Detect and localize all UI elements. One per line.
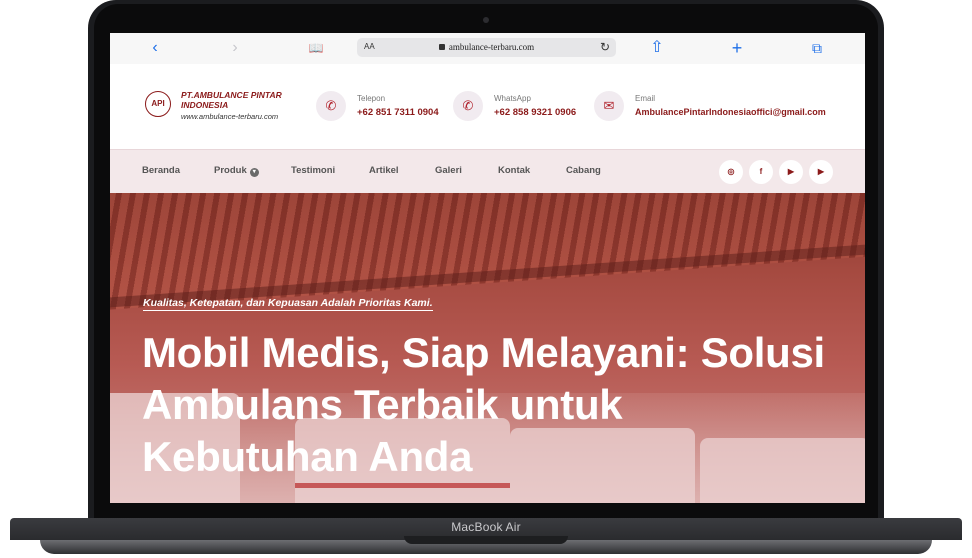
main-nav: Beranda Produk ▾ Testimoni Artikel Galeri… xyxy=(110,149,865,194)
site-header: API PT.AMBULANCE PINTAR INDONESIA www.am… xyxy=(110,64,865,149)
url-text: ambulance-terbaru.com xyxy=(448,42,535,52)
contact-label: Email xyxy=(635,94,656,103)
whatsapp-icon: ✆ xyxy=(453,91,483,121)
back-button[interactable]: ‹ xyxy=(145,39,165,57)
share-icon[interactable]: ⇧ xyxy=(647,39,667,57)
contact-value[interactable]: +62 851 7311 0904 xyxy=(357,107,439,118)
new-tab-icon[interactable]: + xyxy=(727,39,747,57)
youtube-icon[interactable]: ▶ xyxy=(779,160,803,184)
hero-headline: Mobil Medis, Siap Melayani: Solusi Ambul… xyxy=(142,329,825,480)
nav-item-artikel[interactable]: Artikel xyxy=(369,165,399,176)
nav-item-produk[interactable]: Produk ▾ xyxy=(214,165,259,177)
nav-item-label: Produk xyxy=(214,165,247,176)
contact-value[interactable]: +62 858 9321 0906 xyxy=(494,107,576,118)
address-bar[interactable]: AA ambulance-terbaru.com ↻ xyxy=(357,38,616,57)
chevron-down-icon[interactable]: ▾ xyxy=(249,168,259,177)
company-logo[interactable]: API xyxy=(145,91,171,117)
ambulance-stripe xyxy=(295,483,510,488)
reader-icon[interactable]: 📖 xyxy=(306,39,326,57)
nav-item-cabang[interactable]: Cabang xyxy=(566,165,601,176)
nav-item-testimoni[interactable]: Testimoni xyxy=(291,165,335,176)
browser-toolbar: ‹ › 📖 AA ambulance-terbaru.com ↻ ⇧ + ⧉ xyxy=(110,33,865,65)
screen: ‹ › 📖 AA ambulance-terbaru.com ↻ ⇧ + ⧉ A… xyxy=(110,33,865,503)
youtube-icon[interactable]: ▶ xyxy=(809,160,833,184)
hero-banner: Kualitas, Ketepatan, dan Kepuasan Adalah… xyxy=(110,193,865,503)
nav-item-beranda[interactable]: Beranda xyxy=(142,165,180,176)
hero-tagline: Kualitas, Ketepatan, dan Kepuasan Adalah… xyxy=(143,297,433,311)
whatsapp-icon[interactable]: ◎ xyxy=(719,160,743,184)
facebook-icon[interactable]: f xyxy=(749,160,773,184)
reload-icon[interactable]: ↻ xyxy=(600,40,610,54)
nav-item-kontak[interactable]: Kontak xyxy=(498,165,530,176)
email-icon: ✉ xyxy=(594,91,624,121)
contact-value[interactable]: AmbulancePintarIndonesiaoffici@gmail.com xyxy=(635,107,826,117)
nav-item-galeri[interactable]: Galeri xyxy=(435,165,462,176)
forward-button[interactable]: › xyxy=(225,39,245,57)
company-name[interactable]: PT.AMBULANCE PINTAR INDONESIA xyxy=(181,90,301,110)
company-domain: www.ambulance-terbaru.com xyxy=(181,112,279,121)
contact-label: Telepon xyxy=(357,94,386,103)
tabs-icon[interactable]: ⧉ xyxy=(807,39,827,57)
phone-icon: ✆ xyxy=(316,91,346,121)
device-brand-label: MacBook Air xyxy=(451,520,521,534)
lock-icon xyxy=(438,44,445,50)
contact-label: WhatsApp xyxy=(494,94,531,103)
camera-icon xyxy=(483,17,489,23)
laptop-base-notch xyxy=(404,536,568,544)
